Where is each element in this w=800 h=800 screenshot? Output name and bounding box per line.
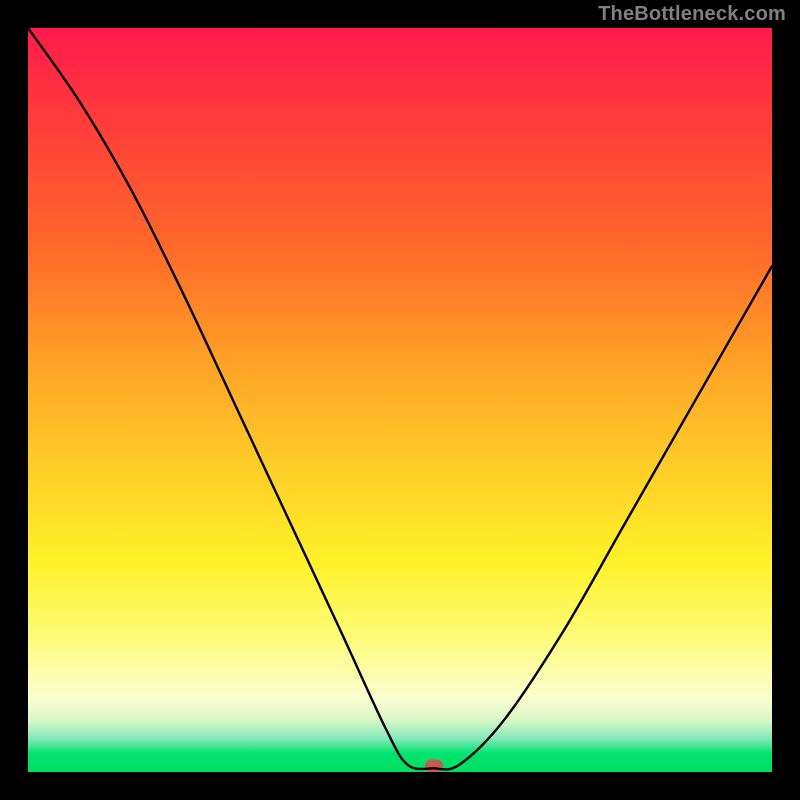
plot-area — [28, 28, 772, 772]
chart-frame: TheBottleneck.com — [0, 0, 800, 800]
bottleneck-curve — [28, 28, 772, 772]
curve-path — [28, 28, 772, 769]
watermark-text: TheBottleneck.com — [598, 3, 786, 26]
